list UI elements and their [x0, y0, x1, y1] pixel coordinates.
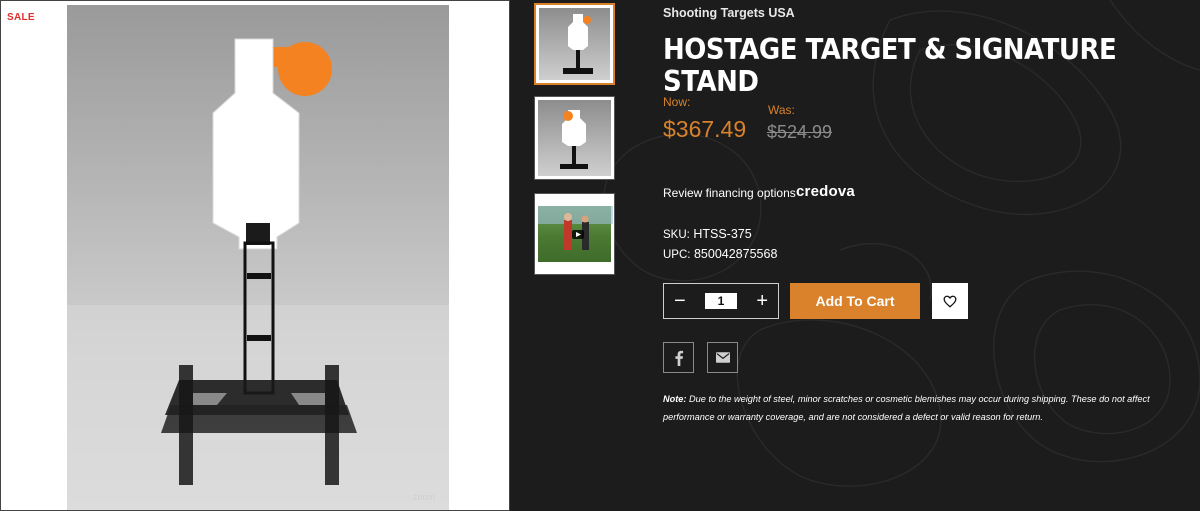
now-label: Now:	[663, 95, 691, 109]
sku-value: HTSS-375	[693, 227, 752, 241]
zoom-icon: ◌ zoom	[405, 492, 435, 502]
was-label: Was:	[768, 103, 795, 117]
share-facebook-button[interactable]	[663, 342, 694, 373]
credova-logo[interactable]: credova	[796, 183, 855, 200]
target-stand-illustration	[67, 38, 449, 510]
play-icon	[572, 230, 584, 239]
upc-value: 850042875568	[693, 247, 778, 261]
quantity-input[interactable]: 1	[705, 293, 737, 309]
note-text: Due to the weight of steel, minor scratc…	[663, 394, 1150, 422]
sku-row: SKU: HTSS-375	[663, 227, 752, 241]
heart-icon	[943, 295, 957, 308]
thumbnail-video[interactable]	[534, 193, 615, 275]
thumbnail-image	[560, 110, 588, 169]
sale-badge: SALE	[7, 12, 35, 23]
quantity-stepper: − 1 +	[663, 283, 779, 319]
upc-label: UPC:	[663, 249, 691, 261]
product-title: Hostage Target & Signature Stand	[663, 34, 1117, 99]
facebook-icon	[674, 350, 683, 366]
upc-row: UPC: 850042875568	[663, 247, 777, 261]
thumbnail-1[interactable]	[534, 3, 615, 85]
wishlist-button[interactable]	[932, 283, 968, 319]
product-photo: ◌ zoom	[67, 5, 449, 510]
note-lead: Note:	[663, 394, 687, 404]
now-price: $367.49	[663, 116, 747, 142]
financing-link[interactable]: Review financing options	[663, 186, 796, 200]
share-email-button[interactable]	[707, 342, 738, 373]
main-product-image[interactable]: SALE ◌ zoom	[0, 0, 510, 511]
shipping-note: Note: Due to the weight of steel, minor …	[663, 390, 1198, 426]
thumbnail-2[interactable]	[534, 96, 615, 180]
increase-quantity-button[interactable]: +	[756, 291, 768, 311]
envelope-icon	[715, 352, 730, 363]
add-to-cart-button[interactable]: Add To Cart	[790, 283, 920, 319]
decrease-quantity-button[interactable]: −	[674, 291, 686, 311]
brand-link[interactable]: Shooting Targets USA	[663, 6, 795, 20]
thumbnail-image	[563, 14, 593, 74]
was-price: $524.99	[767, 122, 833, 142]
thumbnail-image	[538, 206, 613, 250]
sku-label: SKU:	[663, 229, 690, 241]
